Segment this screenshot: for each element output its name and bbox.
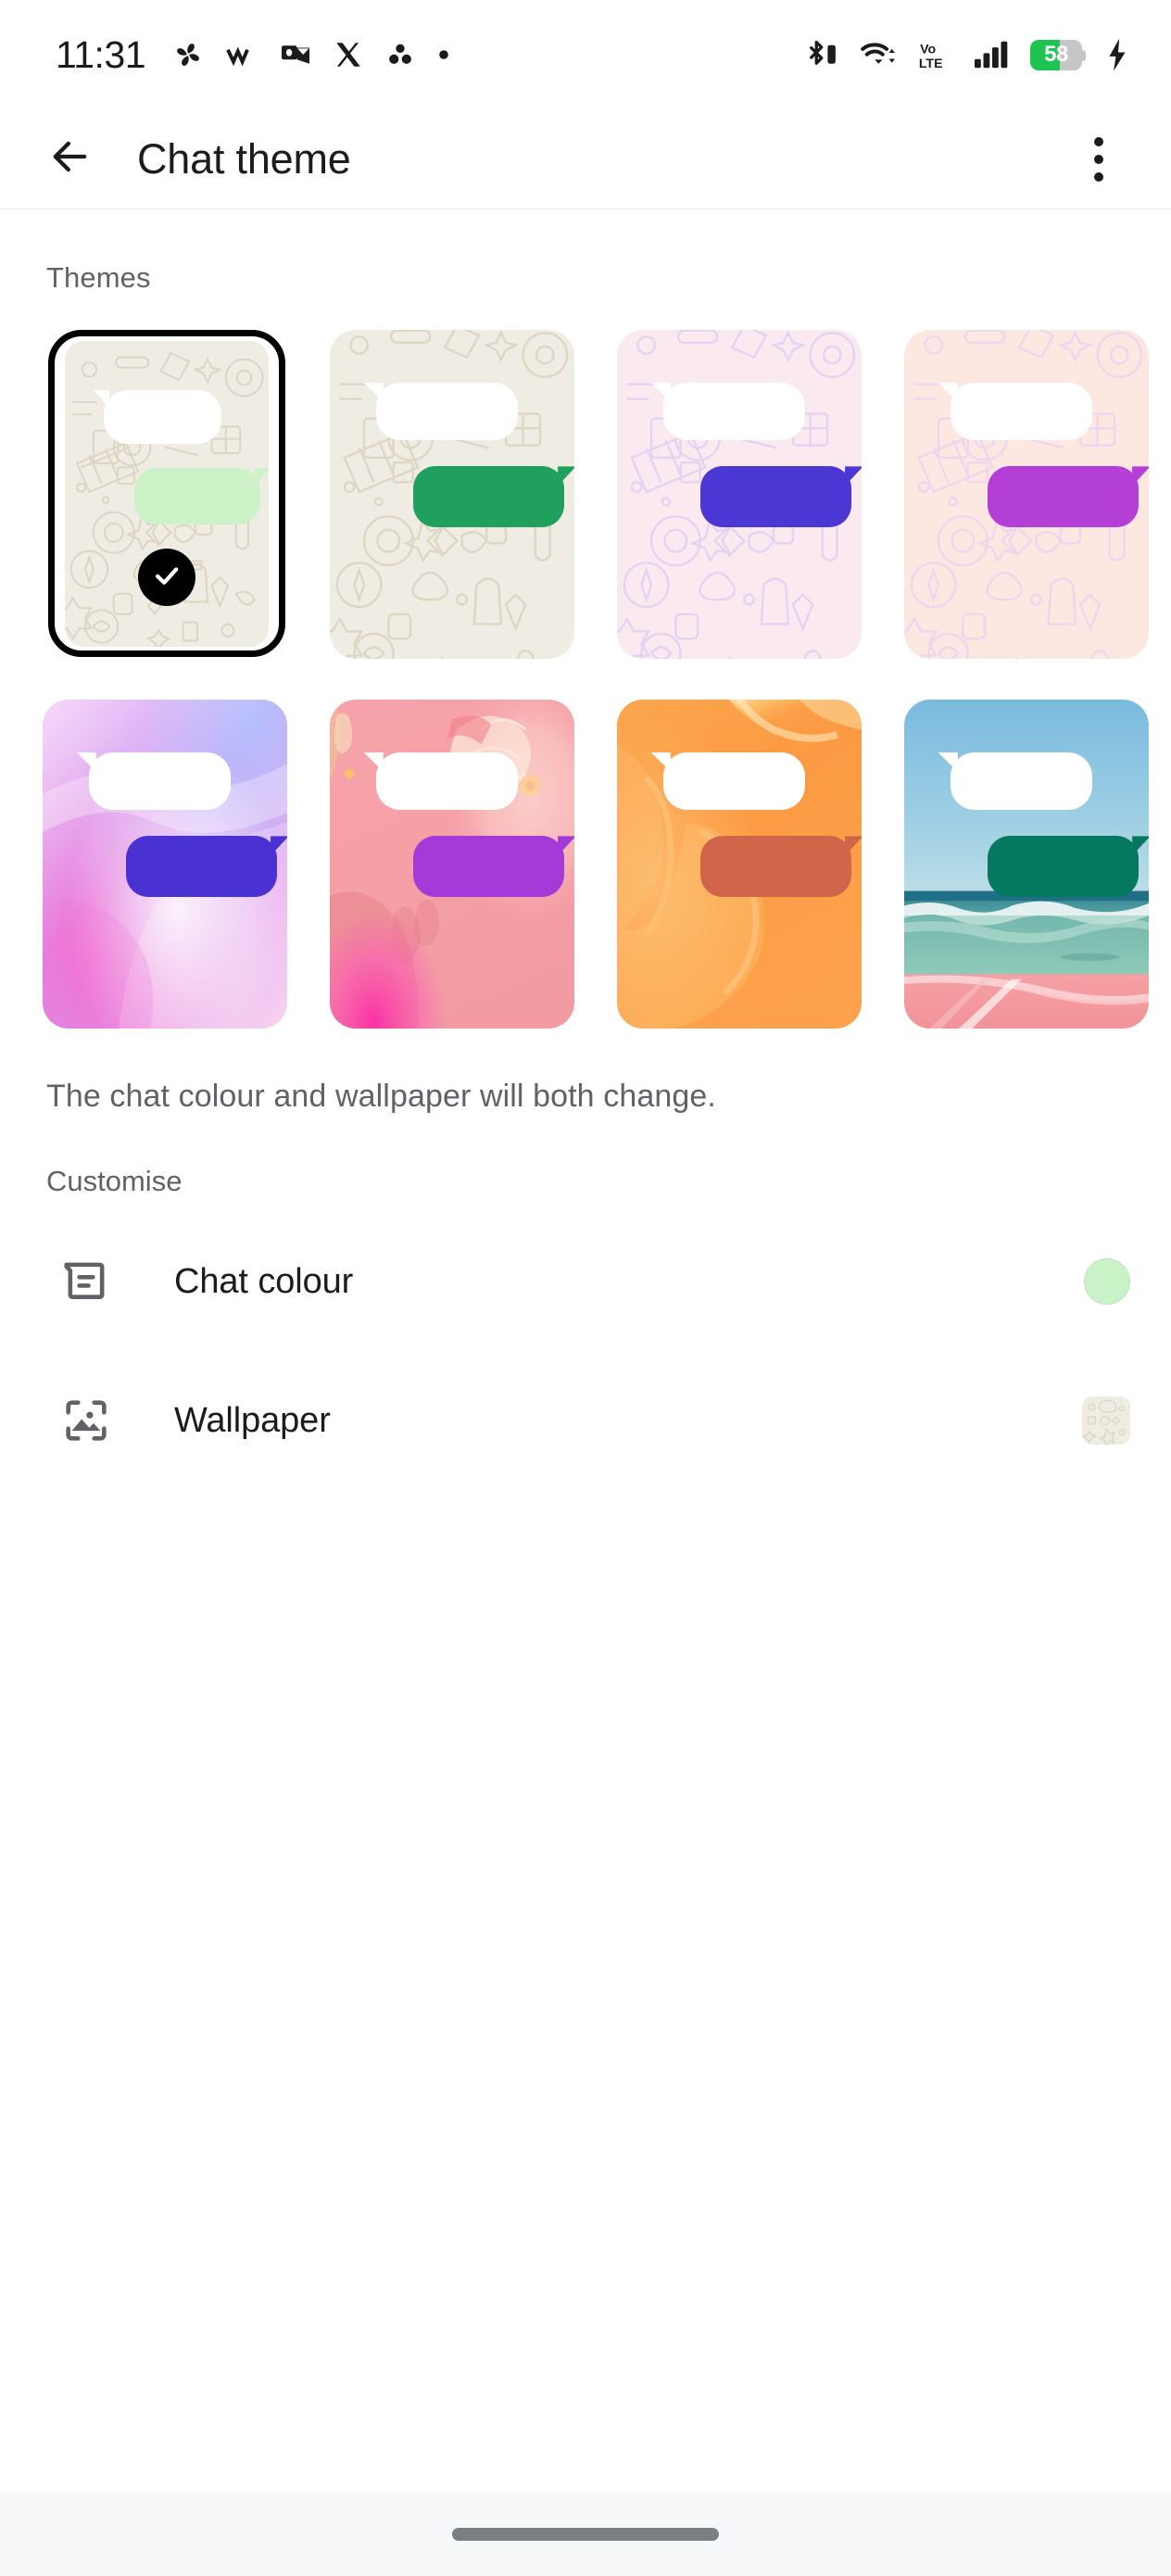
- medium-m-icon: [225, 38, 258, 71]
- more-vert-icon-dot: [1094, 171, 1103, 182]
- theme-preview-incoming-bubble: [103, 389, 222, 444]
- signal-bars-icon: [973, 37, 1012, 72]
- wallpaper-row[interactable]: Wallpaper: [0, 1365, 1171, 1476]
- dot-icon: [436, 47, 451, 62]
- theme-preview-outgoing-bubble: [699, 466, 852, 527]
- overflow-menu-button[interactable]: [1065, 126, 1132, 193]
- battery-icon: 58: [1030, 39, 1086, 70]
- wallpaper-preview-swatch[interactable]: [1082, 1396, 1130, 1445]
- theme-preview-incoming-bubble: [376, 751, 519, 810]
- theme-preview-outgoing-bubble: [133, 467, 261, 524]
- theme-preview-outgoing-bubble: [987, 836, 1140, 897]
- status-clock: 11:31: [56, 32, 146, 76]
- x-twitter-icon: [333, 39, 364, 70]
- bluetooth-battery-icon: [804, 36, 841, 73]
- themes-grid: [43, 295, 1171, 1029]
- settings-content: Themes The chat colour and wallpaper wil…: [0, 209, 1171, 1476]
- back-button[interactable]: [37, 126, 104, 193]
- more-vert-icon-dot: [1094, 136, 1103, 146]
- theme-selected-check-badge: [138, 549, 195, 607]
- chat-colour-row[interactable]: Chat colour: [0, 1226, 1171, 1337]
- theme-option-4[interactable]: [43, 700, 330, 1029]
- theme-preview-outgoing-bubble: [412, 836, 565, 897]
- customise-section-label: Customise: [46, 1165, 183, 1197]
- asana-icon: [384, 39, 416, 70]
- app-bar: Chat theme: [0, 109, 1171, 209]
- svg-text:LTE: LTE: [919, 56, 943, 70]
- home-gesture-pill[interactable]: [452, 2528, 719, 2541]
- theme-preview-incoming-bubble: [951, 382, 1093, 440]
- wallpaper-label: Wallpaper: [174, 1400, 331, 1440]
- themes-section-label: Themes: [46, 261, 151, 294]
- themes-helper-text: The chat colour and wallpaper will both …: [46, 1079, 716, 1114]
- theme-preview: [904, 700, 1149, 1029]
- theme-preview: [65, 341, 269, 647]
- theme-option-5[interactable]: [330, 700, 617, 1029]
- theme-preview-incoming-bubble: [89, 751, 232, 810]
- wifi-icon: [860, 36, 899, 73]
- gesture-nav-bar: [0, 2493, 1171, 2576]
- theme-preview-incoming-bubble: [376, 382, 519, 440]
- theme-preview: [617, 330, 862, 659]
- theme-preview-outgoing-bubble: [987, 466, 1140, 527]
- status-bar-right: Vo LTE 58: [804, 36, 1130, 73]
- page-title: Chat theme: [137, 134, 351, 183]
- theme-preview-outgoing-bubble: [699, 836, 852, 897]
- battery-percent-label: 58: [1044, 42, 1068, 67]
- theme-preview: [617, 700, 862, 1029]
- chat-colour-label: Chat colour: [174, 1261, 354, 1301]
- arrow-back-icon: [46, 133, 94, 185]
- theme-option-3[interactable]: [904, 330, 1171, 659]
- theme-preview: [330, 330, 574, 659]
- theme-preview: [330, 700, 574, 1029]
- theme-preview-outgoing-bubble: [412, 466, 565, 527]
- outlook-icon: [279, 38, 312, 71]
- theme-preview: [43, 700, 287, 1029]
- volte-icon: Vo LTE: [917, 36, 954, 73]
- theme-preview-incoming-bubble: [663, 751, 806, 810]
- image-frame-icon: [57, 1392, 115, 1449]
- theme-option-1[interactable]: [330, 330, 617, 659]
- theme-option-0[interactable]: [43, 330, 330, 659]
- more-vert-icon-dot: [1094, 154, 1103, 164]
- theme-preview: [904, 330, 1149, 659]
- theme-option-2[interactable]: [617, 330, 904, 659]
- theme-option-6[interactable]: [617, 700, 904, 1029]
- theme-preview-incoming-bubble: [951, 751, 1093, 810]
- pinwheel-icon: [171, 38, 205, 71]
- charging-bolt-icon: [1104, 37, 1130, 72]
- theme-preview-outgoing-bubble: [125, 836, 278, 897]
- status-bar-left: 11:31: [56, 33, 451, 77]
- check-icon: [151, 560, 183, 596]
- chat-colour-preview-swatch[interactable]: [1084, 1258, 1130, 1305]
- svg-text:Vo: Vo: [920, 41, 936, 56]
- status-bar: 11:31 Vo LTE 58: [0, 0, 1171, 109]
- theme-preview-incoming-bubble: [663, 382, 806, 440]
- theme-option-7[interactable]: [904, 700, 1171, 1029]
- chat-bubble-lines-icon: [57, 1253, 115, 1310]
